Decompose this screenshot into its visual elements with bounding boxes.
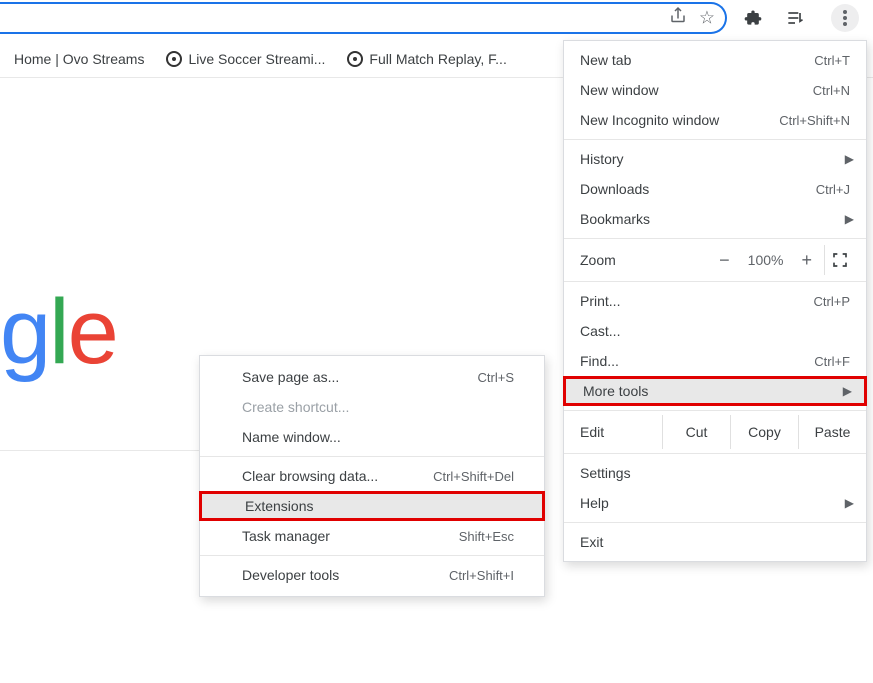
chrome-menu-button[interactable] — [831, 4, 859, 32]
menu-downloads[interactable]: DownloadsCtrl+J — [564, 174, 866, 204]
address-bar[interactable]: ☆ — [0, 2, 727, 34]
menu-separator — [564, 139, 866, 140]
bookmark-label: Home | Ovo Streams — [14, 51, 144, 67]
soccer-icon — [347, 51, 363, 67]
menu-bookmarks[interactable]: Bookmarks▶ — [564, 204, 866, 234]
bookmark-star-icon[interactable]: ☆ — [699, 8, 715, 29]
edit-cut-button[interactable]: Cut — [662, 415, 730, 449]
menu-separator — [564, 281, 866, 282]
submenu-save-page[interactable]: Save page as...Ctrl+S — [200, 362, 544, 392]
menu-more-tools[interactable]: More tools▶ — [563, 376, 867, 406]
soccer-icon — [166, 51, 182, 67]
submenu-developer-tools[interactable]: Developer toolsCtrl+Shift+I — [200, 560, 544, 590]
menu-settings[interactable]: Settings — [564, 458, 866, 488]
submenu-clear-browsing-data[interactable]: Clear browsing data...Ctrl+Shift+Del — [200, 461, 544, 491]
zoom-level: 100% — [748, 252, 784, 268]
submenu-name-window[interactable]: Name window... — [200, 422, 544, 452]
share-icon[interactable] — [669, 7, 687, 30]
reading-list-icon[interactable] — [783, 6, 807, 30]
bookmark-item[interactable]: Live Soccer Streami... — [166, 51, 325, 67]
chevron-right-icon: ▶ — [845, 212, 854, 226]
menu-find[interactable]: Find...Ctrl+F — [564, 346, 866, 376]
menu-separator — [564, 238, 866, 239]
menu-history[interactable]: History▶ — [564, 144, 866, 174]
menu-help[interactable]: Help▶ — [564, 488, 866, 518]
menu-exit[interactable]: Exit — [564, 527, 866, 557]
menu-zoom-row: Zoom − 100% + — [564, 243, 866, 277]
chrome-main-menu: New tabCtrl+T New windowCtrl+N New Incog… — [563, 40, 867, 562]
chevron-right-icon: ▶ — [843, 384, 852, 398]
edit-label: Edit — [564, 424, 662, 440]
more-tools-submenu: Save page as...Ctrl+S Create shortcut...… — [199, 355, 545, 597]
menu-separator — [564, 522, 866, 523]
submenu-extensions[interactable]: Extensions — [199, 491, 545, 521]
edit-paste-button[interactable]: Paste — [798, 415, 866, 449]
chevron-right-icon: ▶ — [845, 496, 854, 510]
menu-cast[interactable]: Cast... — [564, 316, 866, 346]
bookmark-label: Live Soccer Streami... — [188, 51, 325, 67]
menu-new-tab[interactable]: New tabCtrl+T — [564, 45, 866, 75]
chevron-right-icon: ▶ — [845, 152, 854, 166]
extensions-puzzle-icon[interactable] — [741, 6, 765, 30]
submenu-task-manager[interactable]: Task managerShift+Esc — [200, 521, 544, 551]
zoom-in-button[interactable]: + — [801, 250, 812, 271]
fullscreen-button[interactable] — [824, 245, 854, 275]
submenu-create-shortcut: Create shortcut... — [200, 392, 544, 422]
menu-separator — [200, 555, 544, 556]
bookmark-item[interactable]: Full Match Replay, F... — [347, 51, 506, 67]
bookmark-label: Full Match Replay, F... — [369, 51, 506, 67]
menu-separator — [564, 410, 866, 411]
menu-new-window[interactable]: New windowCtrl+N — [564, 75, 866, 105]
bookmark-item[interactable]: Home | Ovo Streams — [14, 51, 144, 67]
zoom-label: Zoom — [580, 252, 719, 268]
edit-copy-button[interactable]: Copy — [730, 415, 798, 449]
zoom-out-button[interactable]: − — [719, 250, 730, 271]
menu-edit-row: Edit Cut Copy Paste — [564, 415, 866, 449]
menu-print[interactable]: Print...Ctrl+P — [564, 286, 866, 316]
menu-incognito[interactable]: New Incognito windowCtrl+Shift+N — [564, 105, 866, 135]
menu-separator — [200, 456, 544, 457]
menu-separator — [564, 453, 866, 454]
google-logo-fragment: gle — [0, 280, 117, 385]
